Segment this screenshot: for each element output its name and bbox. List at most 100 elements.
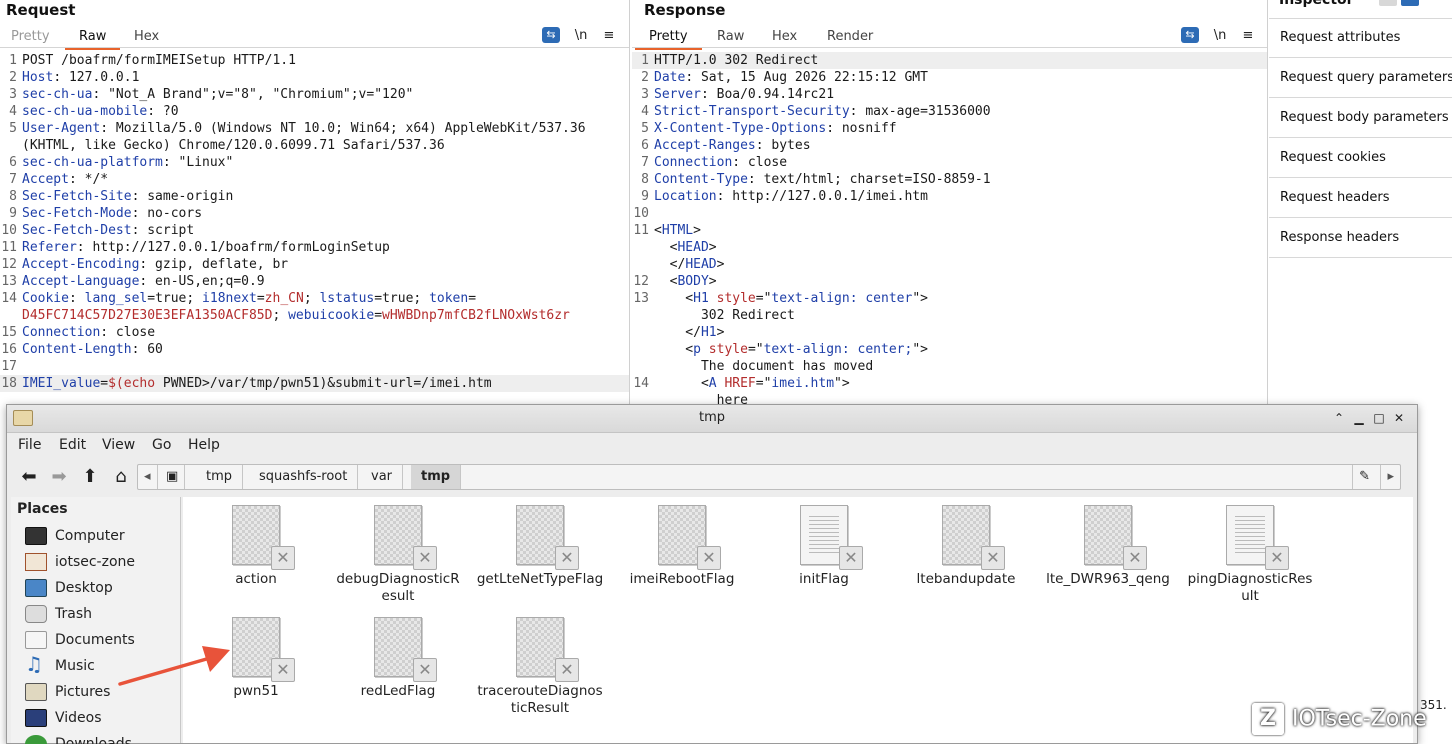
file-item[interactable]: ✕ redLedFlag [333,617,463,700]
file-item[interactable]: ✕ imeiRebootFlag [617,505,747,588]
file-item[interactable]: ✕ pwn51 [191,617,321,700]
code-token: : gzip, deflate, br [139,257,289,272]
forward-arrow-icon[interactable]: ➡ [47,466,71,488]
inspector-response-headers[interactable]: Response headers [1269,218,1452,258]
broken-badge-icon: ✕ [1265,546,1289,570]
request-tab-raw[interactable]: Raw [64,29,121,50]
line-text: <HTML> [654,222,701,239]
code-token: 302 Redirect [654,308,795,323]
file-item[interactable]: ✕ action [191,505,321,588]
request-editor[interactable]: 1 POST /boafrm/formIMEISetup HTTP/1.1 2 Hos… [0,52,629,392]
minimize-icon[interactable]: ▁ [1351,410,1367,426]
inspector-request-attributes[interactable]: Request attributes [1269,18,1452,58]
newline-toggle[interactable]: \n [1210,26,1230,46]
inspector-request-query-parameters[interactable]: Request query parameters [1269,58,1452,98]
code-token: : script [131,223,195,238]
file-item[interactable]: ✕ pingDiagnosticResult [1185,505,1315,605]
request-tab-pretty[interactable]: Pretty [11,29,50,44]
code-line: The document has moved [632,358,1267,375]
response-tab-hex[interactable]: Hex [772,29,797,44]
menu-go[interactable]: Go [152,437,171,453]
sidebar-item-downloads[interactable]: Downloads [25,731,132,744]
drive-icon[interactable]: ▣ [160,465,186,489]
file-item[interactable]: ✕ ltebandupdate [901,505,1031,588]
menu-file[interactable]: File [18,437,41,453]
sidebar-item-desktop[interactable]: Desktop [25,575,113,601]
code-token: < [654,376,709,391]
line-text: sec-ch-ua-mobile: ?0 [22,103,179,120]
inspector-request-headers[interactable]: Request headers [1269,178,1452,218]
request-tab-hex[interactable]: Hex [134,29,159,44]
code-token: The document has moved [654,359,874,374]
sidebar-item-iotsec-zone[interactable]: iotsec-zone [25,549,135,575]
up-arrow-icon[interactable]: ⬆ [78,466,102,488]
newline-toggle[interactable]: \n [571,26,591,46]
menu-view[interactable]: View [102,437,135,453]
breadcrumb-var[interactable]: var [361,465,404,489]
sidebar-item-music[interactable]: ♫ Music [25,653,95,679]
line-number: 7 [641,155,649,170]
line-text: Content-Type: text/html; charset=ISO-885… [654,171,991,188]
window-titlebar[interactable]: tmp ⌃ ▁ □ ✕ [7,405,1417,433]
sidebar-item-videos[interactable]: Videos [25,705,102,731]
broken-image-icon: ✕ [374,617,437,682]
file-name: imeiRebootFlag [629,571,735,587]
home-icon[interactable]: ⌂ [109,466,133,488]
menu-icon[interactable]: ≡ [1238,26,1258,46]
response-tab-render[interactable]: Render [827,29,873,44]
inspector-request-body-parameters[interactable]: Request body parameters [1269,98,1452,138]
file-item[interactable]: ✕ lte_DWR963_qeng [1043,505,1173,588]
response-tab-pretty[interactable]: Pretty [635,29,701,50]
wrap-icon[interactable]: ⇆ [542,27,560,43]
file-item[interactable]: ✕ tracerouteDiagnosticResult [475,617,605,717]
code-token: BODY [677,274,709,289]
back-arrow-icon[interactable]: ⬅ [17,466,41,488]
breadcrumb-tmp-root[interactable]: tmp [196,465,244,489]
breadcrumb-squashfs-root[interactable]: squashfs-root [249,465,359,489]
response-editor[interactable]: 1 HTTP/1.0 302 Redirect 2 Date: Sat, 15 Aug… [632,52,1267,409]
code-token: sec-ch-ua [22,87,93,102]
inspector-request-cookies[interactable]: Request cookies [1269,138,1452,178]
sidebar-item-trash[interactable]: Trash [25,601,92,627]
wrap-icon[interactable]: ⇆ [1181,27,1199,43]
maximize-icon[interactable]: □ [1371,410,1387,426]
sidebar-item-documents[interactable]: Documents [25,627,135,653]
layout-toggle-icon[interactable] [1379,0,1397,6]
sidebar-item-label: Downloads [55,736,132,744]
code-token: Content-Length [22,342,132,357]
code-token: style [716,291,756,306]
response-title: Response [644,1,726,19]
line-text: Sec-Fetch-Mode: no-cors [22,205,202,222]
response-tab-raw[interactable]: Raw [717,29,744,44]
file-name: pingDiagnosticResult [1187,571,1313,604]
crumb-scroll-right-icon[interactable]: ▸ [1380,465,1400,489]
line-text: Accept-Language: en-US,en;q=0.9 [22,273,265,290]
menu-edit[interactable]: Edit [59,437,86,453]
code-token: Host [22,70,54,85]
line-number: 7 [9,172,17,187]
crumb-scroll-left-icon[interactable]: ◂ [138,465,158,489]
code-token: =" [747,342,764,357]
menu-icon[interactable]: ≡ [599,26,619,46]
sidebar-item-computer[interactable]: Computer [25,523,125,549]
breadcrumb-tmp-current[interactable]: tmp [411,465,462,489]
documents-icon [25,631,47,649]
close-icon[interactable]: ✕ [1391,410,1407,426]
window-shade-icon[interactable]: ⌃ [1331,410,1347,426]
menu-help[interactable]: Help [188,437,220,453]
code-token: imei.htm [771,376,835,391]
layout-toggle-icon[interactable] [1401,0,1419,6]
code-token: Accept-Language [22,274,140,289]
code-token: < [654,240,678,255]
watermark-text: IOTsec-Zone [1292,706,1427,732]
file-item[interactable]: ✕ getLteNetTypeFlag [475,505,605,588]
sidebar-item-pictures[interactable]: Pictures [25,679,110,705]
file-area[interactable]: ✕ action ✕ debugDiagnosticResult ✕ getLteNetT… [183,497,1413,743]
file-item[interactable]: ✕ debugDiagnosticResult [333,505,463,605]
pencil-icon[interactable]: ✎ [1352,465,1376,489]
code-line: 14 Cookie: lang_sel=true; i18next=zh_CN; … [0,290,629,307]
file-item[interactable]: ✕ initFlag [759,505,889,588]
file-name: debugDiagnosticResult [336,571,460,604]
file-name: lte_DWR963_qeng [1046,571,1170,587]
